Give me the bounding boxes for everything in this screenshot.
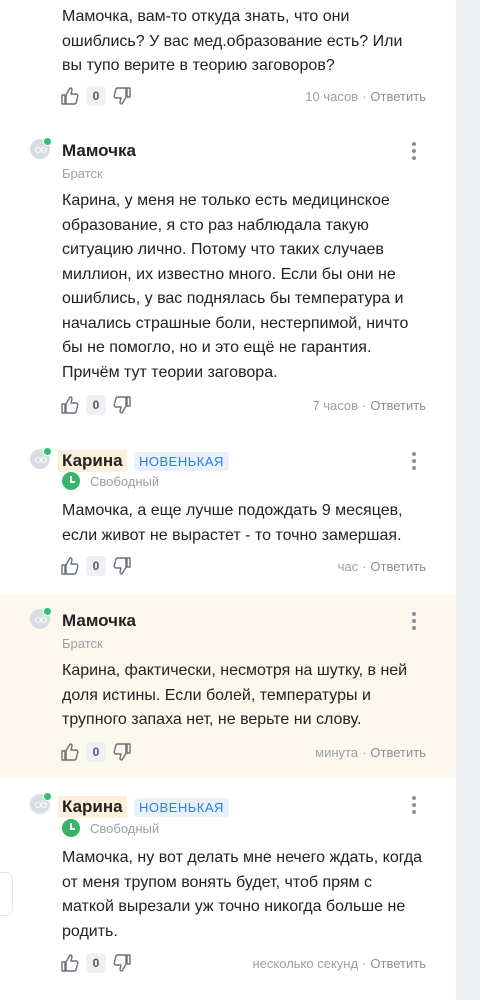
comment-body: Мамочка, вам-то откуда знать, что они ош… <box>62 8 403 74</box>
more-options-icon[interactable] <box>408 142 420 163</box>
reply-link[interactable]: Ответить <box>370 559 426 574</box>
online-indicator <box>43 447 52 456</box>
comment-time: 10 часов <box>305 88 359 104</box>
clock-icon <box>62 819 80 837</box>
author-name[interactable]: Карина <box>58 450 127 472</box>
thumb-down-icon[interactable] <box>112 86 132 106</box>
comment-actions: 0 10 часов · Ответить <box>60 86 426 106</box>
thumb-up-icon[interactable] <box>60 953 80 973</box>
comment-time: несколько секунд <box>252 955 359 971</box>
comment-time: час <box>337 558 359 574</box>
status-text: Свободный <box>90 473 160 489</box>
likes-count: 0 <box>86 556 106 576</box>
likes-count: 0 <box>86 395 106 415</box>
likes-count: 0 <box>86 953 106 973</box>
reply-link[interactable]: Ответить <box>370 89 426 104</box>
thumb-up-icon[interactable] <box>60 395 80 415</box>
comment-actions: 0 час · Ответить <box>60 556 426 576</box>
thumb-down-icon[interactable] <box>112 742 132 762</box>
comment-body: Мамочка, а еще лучше подождать 9 месяцев… <box>62 502 403 544</box>
author-status: Свободный <box>62 472 159 490</box>
author-name[interactable]: Карина <box>58 796 127 818</box>
likes-count: 0 <box>86 742 106 762</box>
comment-time: минута <box>315 744 359 760</box>
thumb-down-icon[interactable] <box>112 395 132 415</box>
reply-link[interactable]: Ответить <box>370 745 426 760</box>
reply-link[interactable]: Ответить <box>370 956 426 971</box>
online-indicator <box>43 137 52 146</box>
comment: Мамочка Братск Карина, у меня не только … <box>0 124 456 434</box>
author-status: Свободный <box>62 819 159 837</box>
author-city: Братск <box>62 166 103 181</box>
thumb-down-icon[interactable] <box>112 556 132 576</box>
thumb-up-icon[interactable] <box>60 86 80 106</box>
online-indicator <box>43 607 52 616</box>
reply-link[interactable]: Ответить <box>370 398 426 413</box>
comment: Карина НОВЕНЬКАЯ Свободный Мамочка, а ещ… <box>0 434 456 594</box>
comment: Мамочка, вам-то откуда знать, что они ош… <box>0 0 456 124</box>
thumb-up-icon[interactable] <box>60 556 80 576</box>
separator: · <box>362 88 367 104</box>
avatar[interactable] <box>30 137 52 159</box>
author-name[interactable]: Мамочка <box>62 141 136 161</box>
scrollbar[interactable] <box>456 0 480 1000</box>
more-options-icon[interactable] <box>408 452 420 473</box>
comment-body: Карина, фактически, несмотря на шутку, в… <box>62 662 408 728</box>
clock-icon <box>62 472 80 490</box>
likes-count: 0 <box>86 86 106 106</box>
comment-body: Мамочка, ну вот делать мне нечего ждать,… <box>62 849 423 940</box>
comment-highlighted: Мамочка Братск Карина, фактически, несмо… <box>0 594 456 778</box>
author-name[interactable]: Мамочка <box>62 611 136 631</box>
separator: · <box>362 955 367 971</box>
comment-actions: 0 7 часов · Ответить <box>60 395 426 415</box>
comment-body: Карина, у меня не только есть медицинско… <box>62 192 409 381</box>
separator: · <box>362 744 367 760</box>
newbie-badge: НОВЕНЬКАЯ <box>134 452 229 471</box>
avatar[interactable] <box>30 792 52 814</box>
separator: · <box>362 397 367 413</box>
newbie-badge: НОВЕНЬКАЯ <box>134 798 229 817</box>
thumb-down-icon[interactable] <box>112 953 132 973</box>
separator: · <box>362 558 367 574</box>
thumb-up-icon[interactable] <box>60 742 80 762</box>
avatar[interactable] <box>30 447 52 469</box>
comment-actions: 0 несколько секунд · Ответить <box>60 953 426 973</box>
more-options-icon[interactable] <box>408 796 420 817</box>
more-options-icon[interactable] <box>408 612 420 633</box>
online-indicator <box>43 792 52 801</box>
avatar[interactable] <box>30 607 52 629</box>
comment-time: 7 часов <box>312 397 359 413</box>
comment: Карина НОВЕНЬКАЯ Свободный Мамочка, ну в… <box>0 778 456 1000</box>
status-text: Свободный <box>90 820 160 836</box>
author-city: Братск <box>62 636 103 651</box>
comment-actions: 0 минута · Ответить <box>60 742 426 762</box>
